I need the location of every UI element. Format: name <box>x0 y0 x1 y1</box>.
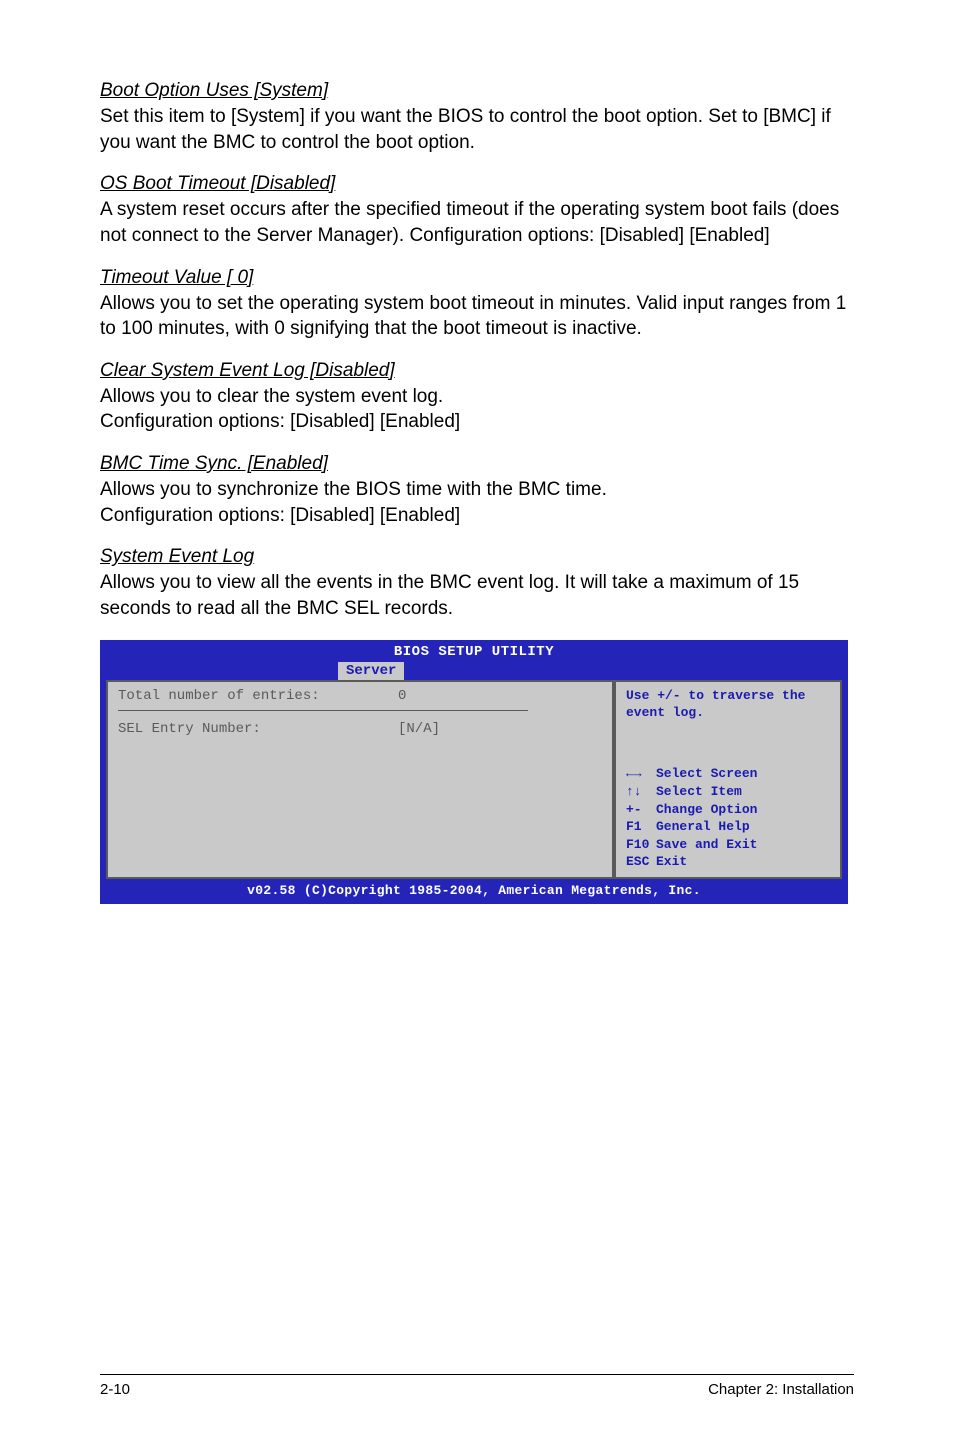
bios-footer: v02.58 (C)Copyright 1985-2004, American … <box>106 879 842 898</box>
bios-title: BIOS SETUP UTILITY <box>106 644 842 662</box>
key-desc: Exit <box>656 854 687 869</box>
section-body: Allows you to view all the events in the… <box>100 570 854 621</box>
key-desc: General Help <box>656 819 750 834</box>
key-f10: F10 <box>626 836 656 854</box>
key-esc: ESC <box>626 853 656 871</box>
section-os-boot-timeout: OS Boot Timeout [Disabled] A system rese… <box>100 173 854 248</box>
bios-tab-server[interactable]: Server <box>338 662 404 680</box>
bios-tab-spacer-right <box>404 662 842 680</box>
bios-outer: BIOS SETUP UTILITY Server Total number o… <box>100 640 848 904</box>
bios-right-panel: Use +/- to traverse the event log. ←→Sel… <box>614 680 842 879</box>
bios-left-panel: Total number of entries: 0 SEL Entry Num… <box>106 680 614 879</box>
section-bmc-time-sync: BMC Time Sync. [Enabled] Allows you to s… <box>100 453 854 528</box>
page-number: 2-10 <box>100 1381 130 1398</box>
bios-tab-row: Server <box>106 662 842 680</box>
sel-entry-value[interactable]: [N/A] <box>398 721 440 737</box>
sel-entry-label: SEL Entry Number: <box>118 721 378 737</box>
bios-panels: Total number of entries: 0 SEL Entry Num… <box>106 680 842 879</box>
key-desc: Change Option <box>656 802 757 817</box>
section-timeout-value: Timeout Value [ 0] Allows you to set the… <box>100 267 854 342</box>
section-boot-option: Boot Option Uses [System] Set this item … <box>100 80 854 155</box>
key-desc: Select Item <box>656 784 742 799</box>
chapter-label: Chapter 2: Installation <box>708 1381 854 1398</box>
section-title: Timeout Value [ 0] <box>100 267 854 289</box>
page-footer: 2-10 Chapter 2: Installation <box>100 1374 854 1398</box>
section-title: BMC Time Sync. [Enabled] <box>100 453 854 475</box>
bios-help-text: Use +/- to traverse the event log. <box>626 688 832 722</box>
section-title: Clear System Event Log [Disabled] <box>100 360 854 382</box>
key-desc: Select Screen <box>656 766 757 781</box>
section-body: Allows you to clear the system event log… <box>100 384 854 435</box>
section-body: Allows you to set the operating system b… <box>100 291 854 342</box>
total-entries-label: Total number of entries: <box>118 688 378 704</box>
bios-screenshot: BIOS SETUP UTILITY Server Total number o… <box>100 640 848 904</box>
section-title: OS Boot Timeout [Disabled] <box>100 173 854 195</box>
section-title: System Event Log <box>100 546 854 568</box>
key-f1: F1 <box>626 818 656 836</box>
section-body: A system reset occurs after the specifie… <box>100 197 854 248</box>
divider <box>118 710 528 711</box>
bios-tab-spacer <box>106 662 338 680</box>
total-entries-value: 0 <box>398 688 406 704</box>
section-system-event-log: System Event Log Allows you to view all … <box>100 546 854 621</box>
section-title: Boot Option Uses [System] <box>100 80 854 102</box>
section-body: Allows you to synchronize the BIOS time … <box>100 477 854 528</box>
section-body: Set this item to [System] if you want th… <box>100 104 854 155</box>
key-arrows-ud-icon: ↑↓ <box>626 783 656 801</box>
key-plus-minus: +- <box>626 801 656 819</box>
section-clear-event-log: Clear System Event Log [Disabled] Allows… <box>100 360 854 435</box>
key-desc: Save and Exit <box>656 837 757 852</box>
bios-key-help: ←→Select Screen ↑↓Select Item +-Change O… <box>626 765 832 870</box>
key-arrows-lr-icon: ←→ <box>626 765 656 783</box>
